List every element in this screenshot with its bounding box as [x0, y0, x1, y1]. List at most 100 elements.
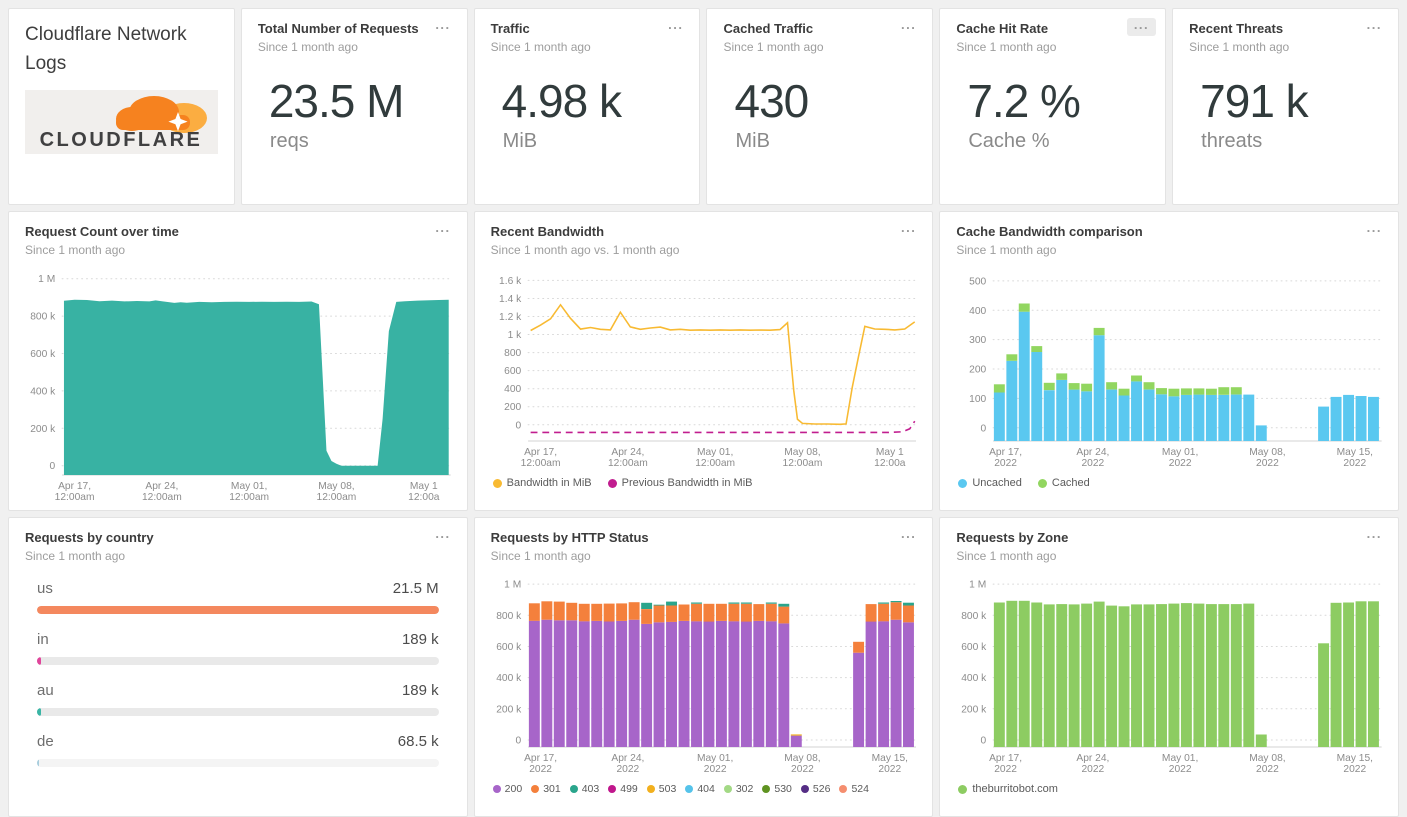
- x-tick-label: Apr 17, 12:00am: [55, 481, 95, 503]
- panel-menu-icon[interactable]: ...: [428, 18, 457, 36]
- request-count-canvas[interactable]: 1 M 800 k 600 k 400 k 200 k 0 Apr 17, 12:00am Ap…: [25, 267, 451, 507]
- legend-label: 200: [504, 783, 523, 796]
- legend-item-bandwidth-in-mib[interactable]: Bandwidth in MiB: [492, 477, 592, 489]
- legend-color-dot: [646, 785, 655, 794]
- legend-label: theburritobot.com: [972, 783, 1058, 796]
- bar-segment: [615, 621, 627, 748]
- bar-segment: [703, 621, 715, 748]
- panel-title: Requests by country: [25, 530, 154, 545]
- legend-item-cached[interactable]: Cached: [1037, 477, 1090, 489]
- bar-segment: [890, 619, 902, 748]
- http-status-chart[interactable]: 1 M 800 k 600 k 400 k 200 k 0 Apr 17, 2022 Apr 2…: [491, 573, 917, 779]
- legend-item-404[interactable]: 404: [685, 783, 715, 795]
- country-bar-fill: [37, 606, 439, 615]
- bar-segment: [865, 604, 877, 622]
- panel-cache-hit-rate: Cache Hit Rate Since 1 month ago ... 7.2…: [939, 8, 1167, 205]
- panel-menu-icon[interactable]: ...: [1360, 18, 1389, 36]
- panel-menu-icon[interactable]: ...: [894, 527, 923, 545]
- bar-segment: [1206, 604, 1218, 748]
- bar-segment: [590, 604, 602, 622]
- bar-segment: [1181, 395, 1193, 442]
- x-tick-label: Apr 24, 2022: [1077, 447, 1110, 469]
- x-tick-label: May 08, 12:00am: [782, 447, 822, 469]
- panel-title: Recent Threats: [1189, 21, 1284, 36]
- zone-chart[interactable]: 1 M 800 k 600 k 400 k 200 k 0 Apr 17, 2022 Apr 2…: [956, 573, 1382, 779]
- legend-item-524[interactable]: 524: [839, 783, 869, 795]
- bar-segment: [1031, 352, 1043, 442]
- x-tick-label: Apr 24, 12:00am: [608, 447, 648, 469]
- y-tick-label: 1 M: [504, 580, 521, 591]
- bar-segment: [1093, 335, 1105, 442]
- bar-segment: [728, 621, 740, 748]
- bar-segment: [728, 604, 740, 622]
- recent-bandwidth-chart[interactable]: 1.6 k 1.4 k 1.2 k 1 k 800 600 400 200 0 Apr 17, 12…: [491, 267, 917, 473]
- stat-unit: MiB: [502, 130, 538, 153]
- chart-legend: Uncached Cached: [956, 477, 1382, 489]
- y-tick-label: 1 k: [507, 330, 521, 341]
- legend-color-dot: [839, 785, 848, 794]
- panel-menu-icon[interactable]: ...: [1126, 18, 1157, 36]
- zone-canvas[interactable]: 1 M 800 k 600 k 400 k 200 k 0Apr 17, 2022 Apr 2…: [956, 573, 1382, 779]
- bar-segment: [590, 621, 602, 748]
- bar-segment: [1330, 603, 1342, 748]
- recent-bandwidth-canvas[interactable]: 1.6 k 1.4 k 1.2 k 1 k 800 600 400 200 0 Apr 17, 12…: [491, 267, 917, 473]
- http-status-canvas[interactable]: 1 M 800 k 600 k 400 k 200 k 0Apr 17, 2022 Apr 2…: [491, 573, 917, 779]
- bar-segment: [1019, 601, 1031, 748]
- legend-item-526[interactable]: 526: [800, 783, 830, 795]
- panel-menu-icon[interactable]: ...: [661, 18, 690, 36]
- legend-item-previous-bandwidth-in-mib[interactable]: Previous Bandwidth in MiB: [607, 477, 753, 489]
- bar-segment: [765, 602, 777, 604]
- bar-segment: [1006, 354, 1018, 362]
- y-tick-label: 400 k: [496, 673, 522, 684]
- legend-item-503[interactable]: 503: [646, 783, 676, 795]
- country-value: 68.5 k: [397, 733, 439, 751]
- line-series: [529, 303, 915, 426]
- legend-item-uncached[interactable]: Uncached: [958, 477, 1022, 489]
- bar-segment: [1019, 303, 1031, 312]
- country-label: de: [37, 733, 54, 751]
- bar-segment: [1181, 603, 1193, 748]
- legend-label: 404: [697, 783, 715, 796]
- bar-segment: [665, 622, 677, 748]
- country-bar-track: [37, 657, 439, 666]
- legend-item-499[interactable]: 499: [608, 783, 638, 795]
- bar-segment: [1106, 389, 1118, 442]
- legend-item-530[interactable]: 530: [762, 783, 792, 795]
- request-count-chart[interactable]: 1 M 800 k 600 k 400 k 200 k 0 Apr 17, 12:00am Ap…: [25, 267, 451, 507]
- cache-bandwidth-chart[interactable]: 500 400 300 200 100 0 Apr 17, 2022 Apr 24, 2022 Ma…: [956, 267, 1382, 473]
- bar-segment: [1044, 390, 1056, 442]
- x-tick-label: May 01, 2022: [1162, 753, 1198, 775]
- bar-segment: [740, 621, 752, 748]
- y-tick-label: 1 M: [38, 274, 55, 285]
- bar-segment: [1143, 604, 1155, 748]
- panel-menu-icon[interactable]: ...: [1360, 221, 1389, 239]
- panel-menu-icon[interactable]: ...: [894, 18, 923, 36]
- bar-segment: [1343, 602, 1355, 748]
- bar-segment: [1168, 388, 1180, 397]
- panel-title: Requests by HTTP Status: [490, 530, 649, 545]
- panel-subtitle: Since 1 month ago: [1189, 40, 1290, 55]
- legend-item-403[interactable]: 403: [569, 783, 599, 795]
- country-bar-list: us 21.5 M in 189 k au 189 k de 68.5 k: [25, 580, 451, 768]
- y-tick-label: 1.4 k: [499, 294, 522, 305]
- panel-menu-icon[interactable]: ...: [1360, 527, 1389, 545]
- legend-item-200[interactable]: 200: [492, 783, 523, 796]
- bar-segment: [1081, 391, 1093, 442]
- panel-menu-icon[interactable]: ...: [428, 527, 457, 545]
- cloudflare-logo: CLOUDFLARE: [25, 90, 218, 154]
- bar-segment: [1168, 396, 1180, 442]
- bar-segment: [1118, 606, 1130, 748]
- x-tick-label: May 08, 2022: [1250, 447, 1286, 469]
- bar-segment: [578, 604, 590, 622]
- legend-item-theburritobot-com[interactable]: theburritobot.com: [958, 783, 1058, 795]
- legend-item-302[interactable]: 302: [723, 783, 753, 795]
- panel-menu-icon[interactable]: ...: [894, 221, 923, 239]
- dashboard-title: Cloudflare Network Logs: [25, 24, 187, 74]
- panel-menu-icon[interactable]: ...: [428, 221, 457, 239]
- bar-segment: [1256, 425, 1268, 442]
- legend-color-dot: [958, 478, 968, 488]
- legend-item-301[interactable]: 301: [531, 783, 561, 795]
- x-tick-label: Apr 24, 2022: [1077, 753, 1110, 775]
- cache-bandwidth-canvas[interactable]: 500 400 300 200 100 0 Apr 17, 2022 Apr 24, 2022 Ma…: [956, 267, 1382, 473]
- bar-segment: [1243, 394, 1255, 442]
